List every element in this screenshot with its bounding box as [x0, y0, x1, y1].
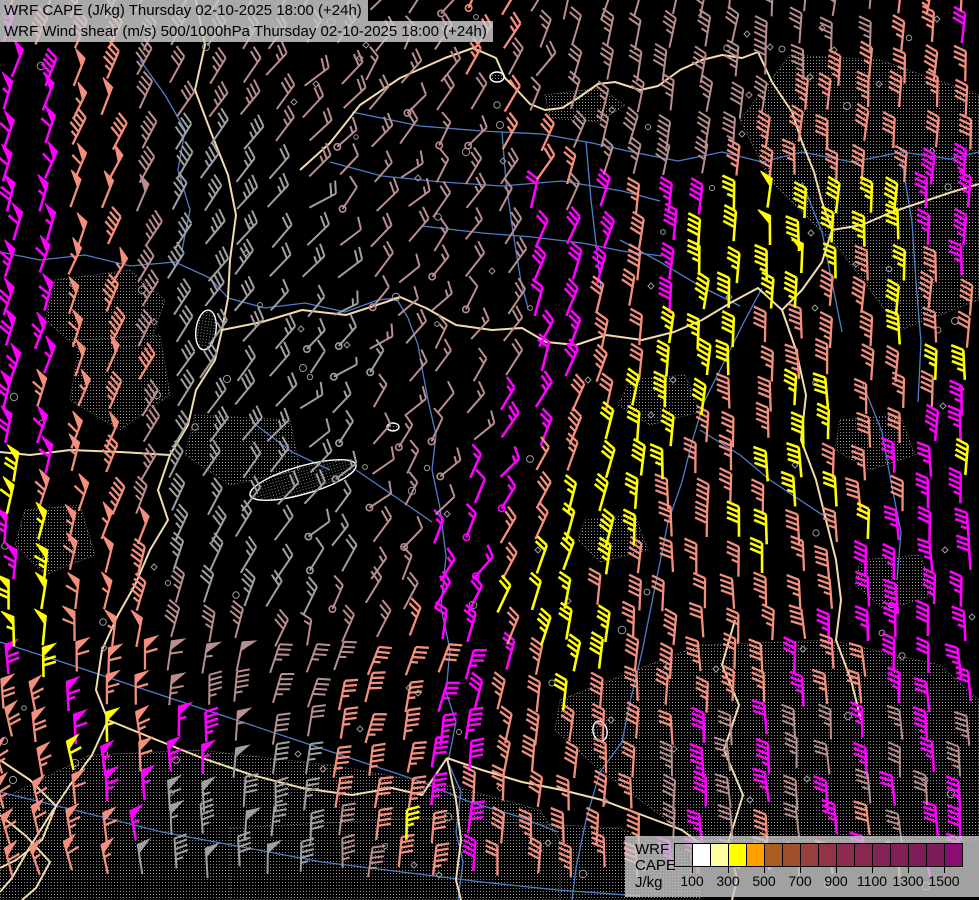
legend-title-cape: CAPE	[635, 858, 679, 874]
legend-cell	[854, 843, 873, 867]
lake	[490, 72, 504, 82]
cape-legend: WRF CAPE J/kg 10030050070090011001300150…	[625, 836, 979, 897]
legend-tick-label: 900	[816, 873, 856, 889]
weather-map-canvas	[0, 0, 979, 900]
legend-tick-label: 700	[780, 873, 820, 889]
legend-cell	[926, 843, 945, 867]
map-title-cape: WRF CAPE (J/kg) Thursday 02-10-2025 18:0…	[0, 0, 368, 21]
legend-cell	[782, 843, 801, 867]
legend-cell	[692, 843, 711, 867]
map-title-windshear: WRF Wind shear (m/s) 500/1000hPa Thursda…	[0, 21, 493, 42]
legend-cell	[674, 843, 693, 867]
wrf-weather-map: WRF CAPE (J/kg) Thursday 02-10-2025 18:0…	[0, 0, 979, 900]
legend-tick-label: 100	[672, 873, 712, 889]
legend-cell	[836, 843, 855, 867]
legend-cell	[728, 843, 747, 867]
legend-tick-label: 1500	[924, 873, 964, 889]
legend-cell	[890, 843, 909, 867]
legend-cell	[800, 843, 819, 867]
legend-tick-label: 300	[708, 873, 748, 889]
legend-tick-label: 500	[744, 873, 784, 889]
legend-cell	[764, 843, 783, 867]
legend-cell	[710, 843, 729, 867]
legend-tick-label: 1100	[852, 873, 892, 889]
legend-title-wrf: WRF	[635, 842, 679, 858]
legend-cell	[818, 843, 837, 867]
legend-tick-label: 1300	[888, 873, 928, 889]
legend-cell	[746, 843, 765, 867]
legend-cell	[908, 843, 927, 867]
legend-cell	[872, 843, 891, 867]
legend-cell	[944, 843, 963, 867]
